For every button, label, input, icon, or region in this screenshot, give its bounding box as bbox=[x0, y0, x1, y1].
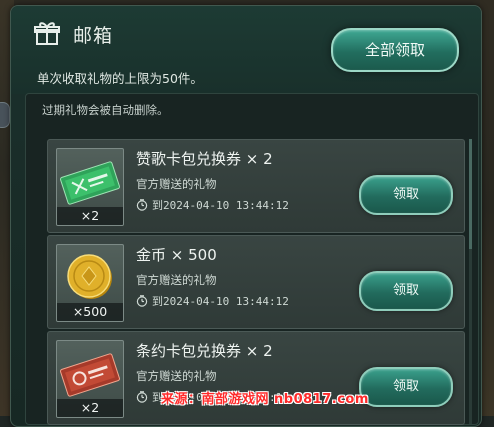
scrollbar-thumb[interactable] bbox=[469, 139, 472, 249]
mail-list[interactable]: 过期礼物会被自动删除。 ×2 赞歌卡包兑换券 × 2 官方赠送的礼物 到2024… bbox=[25, 93, 479, 425]
expire-note: 过期礼物会被自动删除。 bbox=[42, 103, 169, 117]
clock-icon bbox=[136, 199, 148, 211]
item-expiry: 到2024-04-10 13:44:12 bbox=[136, 293, 289, 309]
item-source: 官方赠送的礼物 bbox=[136, 177, 217, 191]
side-handle[interactable] bbox=[0, 102, 10, 128]
list-item: ×500 金币 × 500 官方赠送的礼物 到2024-04-10 13:44:… bbox=[47, 235, 465, 329]
item-count: ×2 bbox=[57, 399, 123, 417]
item-source: 官方赠送的礼物 bbox=[136, 369, 217, 383]
item-expiry-text: 到2024-04-10 13:44:12 bbox=[152, 199, 289, 212]
gift-icon bbox=[34, 22, 60, 45]
item-expiry: 到2024-04-10 13:44:12 bbox=[136, 197, 289, 213]
background-right bbox=[480, 0, 494, 416]
item-name: 金币 × 500 bbox=[136, 246, 217, 264]
item-name: 赞歌卡包兑换券 × 2 bbox=[136, 150, 273, 168]
item-thumbnail: ×500 bbox=[56, 244, 124, 322]
item-count: ×500 bbox=[57, 303, 123, 321]
list-item: ×2 条约卡包兑换券 × 2 官方赠送的礼物 到2024-04-10 13:44… bbox=[47, 331, 465, 425]
claim-button[interactable]: 领取 bbox=[359, 271, 453, 311]
clock-icon bbox=[136, 391, 148, 403]
item-count: ×2 bbox=[57, 207, 123, 225]
item-thumbnail: ×2 bbox=[56, 148, 124, 226]
source-watermark: 来源：南部游戏网 nb0817.com bbox=[161, 392, 369, 407]
claim-all-button[interactable]: 全部领取 bbox=[331, 28, 459, 72]
item-source: 官方赠送的礼物 bbox=[136, 273, 217, 287]
list-item: ×2 赞歌卡包兑换券 × 2 官方赠送的礼物 到2024-04-10 13:44… bbox=[47, 139, 465, 233]
page-title: 邮箱 bbox=[73, 25, 114, 47]
mailbox-panel: 邮箱 全部领取 单次收取礼物的上限为50件。 过期礼物会被自动删除。 ×2 赞歌… bbox=[10, 5, 482, 427]
item-thumbnail: ×2 bbox=[56, 340, 124, 418]
claim-button[interactable]: 领取 bbox=[359, 367, 453, 407]
item-name: 条约卡包兑换券 × 2 bbox=[136, 342, 273, 360]
mailbox-header: 邮箱 全部领取 单次收取礼物的上限为50件。 bbox=[11, 6, 481, 94]
clock-icon bbox=[136, 295, 148, 307]
claim-button[interactable]: 领取 bbox=[359, 175, 453, 215]
limit-note: 单次收取礼物的上限为50件。 bbox=[37, 71, 203, 86]
item-expiry-text: 到2024-04-10 13:44:12 bbox=[152, 295, 289, 308]
